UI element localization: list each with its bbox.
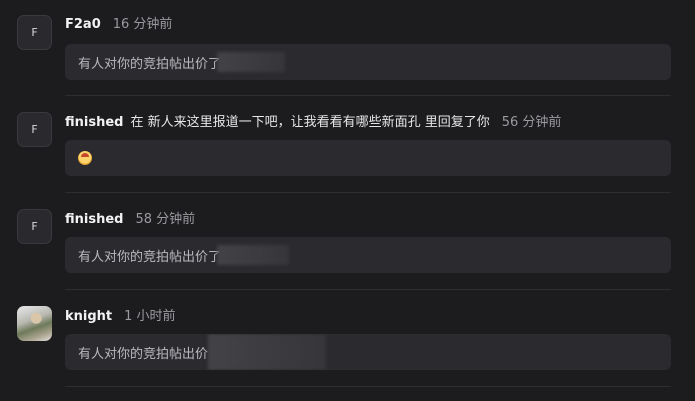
timestamp: 1 小时前 <box>124 309 176 324</box>
divider <box>65 289 671 290</box>
timestamp: 16 分钟前 <box>112 17 173 32</box>
message-bubble[interactable]: 有人对你的竞拍帖出价了 <box>65 237 671 273</box>
message-bubble[interactable]: 有人对你的竞拍帖出价 <box>65 334 671 370</box>
username[interactable]: F2a0 <box>65 17 101 32</box>
message-bubble[interactable]: 有人对你的竞拍帖出价了 <box>65 44 671 80</box>
avatar-letter: F <box>31 220 38 233</box>
username[interactable]: knight <box>65 309 112 324</box>
face-emoji-icon <box>78 151 92 165</box>
avatar[interactable]: F <box>17 15 52 50</box>
redacted-text <box>208 334 327 370</box>
notification-meta: knight 1 小时前 <box>65 308 176 325</box>
message-text: 有人对你的竞拍帖出价 <box>78 346 209 362</box>
message-text: 有人对你的竞拍帖出价了 <box>78 56 222 72</box>
avatar-letter: F <box>31 26 38 39</box>
avatar[interactable]: F <box>17 112 52 147</box>
avatar[interactable]: F <box>17 209 52 244</box>
username[interactable]: finished <box>65 212 123 227</box>
divider <box>65 386 671 387</box>
avatar-letter: F <box>31 123 38 136</box>
divider <box>65 192 671 193</box>
notification-feed: F F2a0 16 分钟前 有人对你的竞拍帖出价了 F finished 在 新人来… <box>0 0 695 401</box>
timestamp: 56 分钟前 <box>501 115 562 130</box>
notification-meta: finished 在 新人来这里报道一下吧，让我看看有哪些新面孔 里回复了你 56 … <box>65 114 561 131</box>
avatar[interactable] <box>17 306 52 341</box>
message-text: 有人对你的竞拍帖出价了 <box>78 249 222 265</box>
username[interactable]: finished <box>65 115 123 130</box>
reply-context[interactable]: 在 新人来这里报道一下吧，让我看看有哪些新面孔 里回复了你 <box>130 115 489 130</box>
message-bubble[interactable] <box>65 140 671 176</box>
redacted-text <box>217 52 286 72</box>
notification-meta: finished 58 分钟前 <box>65 211 195 228</box>
redacted-text <box>217 245 290 265</box>
timestamp: 58 分钟前 <box>135 212 196 227</box>
notification-meta: F2a0 16 分钟前 <box>65 16 172 33</box>
divider <box>65 95 671 96</box>
